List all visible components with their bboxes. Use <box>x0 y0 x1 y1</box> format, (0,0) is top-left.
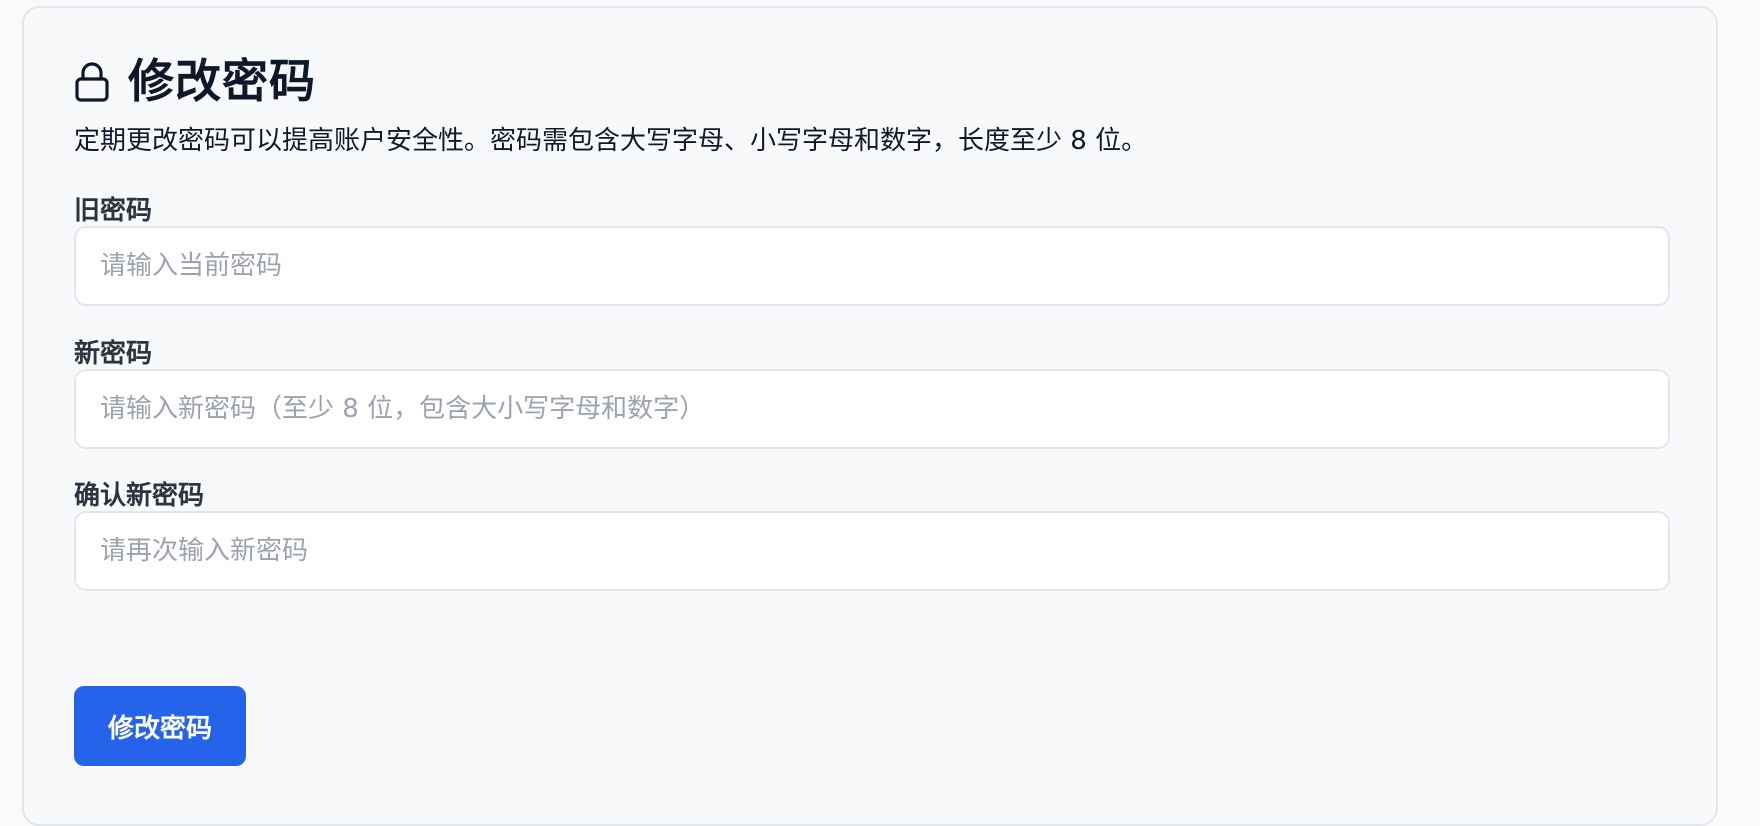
new-password-input[interactable] <box>74 369 1670 449</box>
change-password-button[interactable]: 修改密码 <box>74 686 246 766</box>
card-header: 修改密码 <box>74 58 316 104</box>
change-password-card: 修改密码 定期更改密码可以提高账户安全性。密码需包含大写字母、小写字母和数字，长… <box>22 6 1718 826</box>
new-password-label: 新密码 <box>74 339 153 369</box>
confirm-password-input[interactable] <box>74 511 1670 591</box>
confirm-password-label: 确认新密码 <box>74 481 205 511</box>
old-password-input[interactable] <box>74 226 1670 306</box>
old-password-label: 旧密码 <box>74 196 153 226</box>
page-description: 定期更改密码可以提高账户安全性。密码需包含大写字母、小写字母和数字，长度至少 8… <box>74 126 1148 156</box>
page-title: 修改密码 <box>128 54 316 108</box>
lock-icon <box>74 59 110 103</box>
